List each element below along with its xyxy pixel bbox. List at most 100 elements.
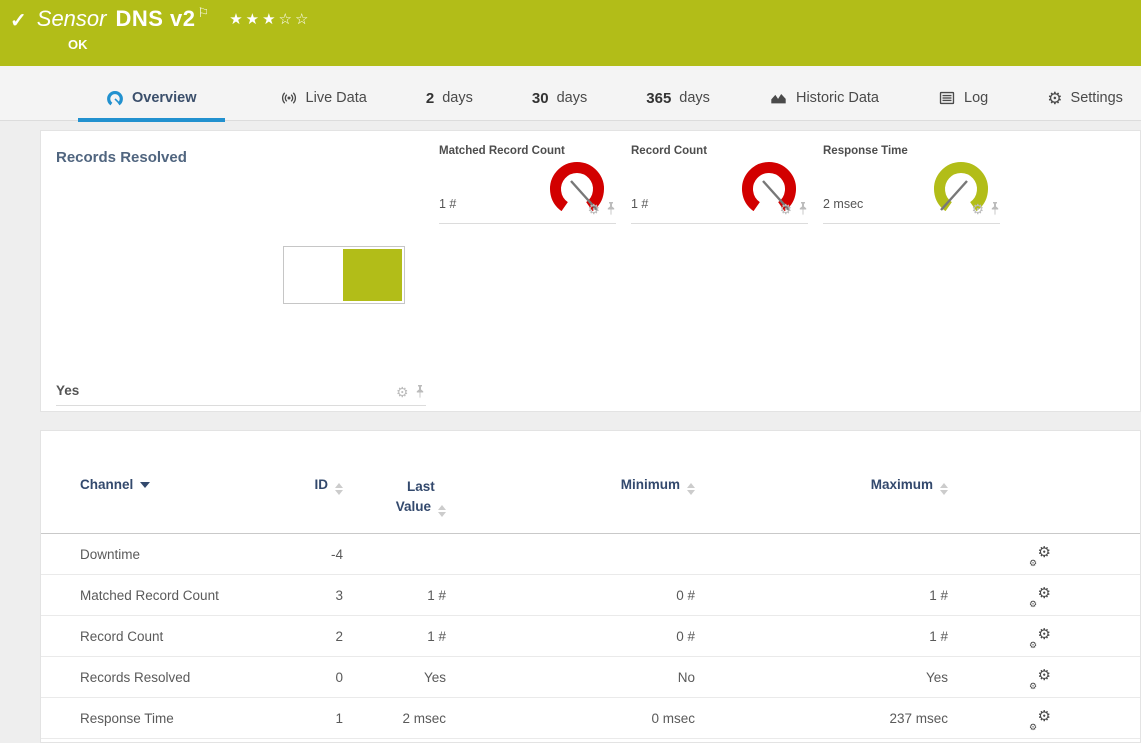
table-body: Downtime -4 ⚙⚙ Matched Record Count 3 1 … [41, 534, 1140, 739]
cell-minimum: 0 # [541, 575, 695, 616]
cell-maximum: 237 msec [794, 698, 948, 739]
sensor-status-text: OK [68, 37, 88, 52]
gauge-title: Response Time [823, 145, 1000, 157]
cell-minimum: No [541, 657, 695, 698]
table-row-downtime: Downtime -4 ⚙⚙ [41, 534, 1140, 575]
column-header-label: ID [315, 477, 329, 492]
pin-icon[interactable] [798, 202, 808, 216]
tab-label: days [557, 90, 588, 106]
channel-table-panel: Channel ID Last Value Minimum Maximum Do… [40, 430, 1141, 743]
cell-last-value: 2 msec [341, 698, 446, 739]
gauge-value: 1 # [439, 197, 456, 211]
table-row-records-resolved: Records Resolved 0 Yes No Yes ⚙⚙ [41, 657, 1140, 698]
gauge-settings-gear-icon[interactable]: ⚙ [779, 202, 792, 216]
tab-number: 2 [426, 90, 434, 107]
column-header-label: Maximum [871, 477, 933, 492]
column-header-label: Last [407, 479, 435, 494]
gauge-settings-gear-icon[interactable]: ⚙ [971, 202, 984, 216]
channel-settings-gears-icon[interactable]: ⚙⚙ [1029, 584, 1051, 608]
divider [56, 381, 426, 406]
flag-icon[interactable]: ⚐ [198, 5, 210, 21]
cell-id: 2 [231, 616, 343, 657]
tab-number: 30 [532, 90, 549, 107]
cell-maximum: 1 # [794, 616, 948, 657]
cell-minimum: 0 msec [541, 698, 695, 739]
table-row-record-count: Record Count 2 1 # 0 # 1 # ⚙⚙ [41, 616, 1140, 657]
column-header-maximum[interactable]: Maximum [794, 477, 948, 495]
tab-bar: Overview Live Data 2 days 30 days 365 da… [0, 66, 1141, 121]
tab-2-days[interactable]: 2 days [422, 76, 477, 121]
tab-label: Live Data [306, 90, 367, 106]
cell-channel: Response Time [80, 698, 174, 739]
sensor-name: DNS v2 [115, 6, 195, 32]
gauge-value: 1 # [631, 197, 648, 211]
gauge-settings-gear-icon[interactable]: ⚙ [396, 385, 409, 399]
cell-channel: Records Resolved [80, 657, 190, 698]
gauge-settings-gear-icon[interactable]: ⚙ [587, 202, 600, 216]
column-header-minimum[interactable]: Minimum [541, 477, 695, 495]
sort-arrows-icon [940, 483, 948, 495]
priority-stars[interactable]: ★★★☆☆ [229, 10, 311, 28]
tab-label: Historic Data [796, 90, 879, 106]
gauge-record-count: Record Count 1 # ⚙ [631, 145, 808, 224]
pin-icon[interactable] [415, 385, 425, 399]
tab-label: Log [964, 90, 988, 106]
active-tab-underline [78, 118, 225, 122]
gear-icon: ⚙ [1047, 90, 1062, 107]
table-row-response-time: Response Time 1 2 msec 0 msec 237 msec ⚙… [41, 698, 1140, 739]
cell-id: 1 [231, 698, 343, 739]
tab-label: days [679, 90, 710, 106]
column-header-id[interactable]: ID [231, 477, 343, 495]
indicator-fill [343, 249, 402, 301]
primary-channel-title: Records Resolved [56, 149, 187, 166]
object-type-label: Sensor [37, 6, 107, 32]
tab-label: Settings [1071, 90, 1123, 106]
tab-overview[interactable]: Overview [78, 76, 225, 121]
pin-icon[interactable] [990, 202, 1000, 216]
records-resolved-indicator [283, 246, 405, 304]
sort-arrows-icon [687, 483, 695, 495]
cell-maximum: 1 # [794, 575, 948, 616]
tab-number: 365 [646, 90, 671, 107]
column-header-label: Minimum [621, 477, 680, 492]
gauge-value: 2 msec [823, 197, 863, 211]
column-header-channel[interactable]: Channel [80, 477, 150, 492]
gauge-title: Record Count [631, 145, 808, 157]
cell-id: -4 [231, 534, 343, 575]
log-list-icon [938, 89, 956, 107]
tab-30-days[interactable]: 30 days [528, 76, 591, 121]
cell-maximum: Yes [794, 657, 948, 698]
channel-settings-gears-icon[interactable]: ⚙⚙ [1029, 707, 1051, 731]
sort-arrows-icon [438, 505, 446, 517]
status-ok-check-icon: ✓ [10, 8, 27, 33]
tab-live-data[interactable]: Live Data [276, 76, 371, 121]
cell-channel: Record Count [80, 616, 163, 657]
tab-365-days[interactable]: 365 days [642, 76, 714, 121]
cell-id: 0 [231, 657, 343, 698]
sorted-desc-caret-icon [140, 482, 150, 488]
tab-log[interactable]: Log [934, 76, 992, 121]
gauge-icon [106, 89, 124, 107]
overview-gauges-panel: Records Resolved Yes ⚙ Matched Record Co… [40, 130, 1141, 412]
tab-historic-data[interactable]: Historic Data [765, 76, 883, 121]
cell-channel: Downtime [80, 534, 140, 575]
cell-last-value: 1 # [341, 575, 446, 616]
gauge-title: Matched Record Count [439, 145, 616, 157]
area-chart-icon [769, 89, 788, 107]
column-header-label: Value [396, 499, 431, 514]
column-header-label: Channel [80, 477, 133, 492]
cell-last-value: Yes [341, 657, 446, 698]
cell-channel: Matched Record Count [80, 575, 219, 616]
channel-settings-gears-icon[interactable]: ⚙⚙ [1029, 666, 1051, 690]
pin-icon[interactable] [606, 202, 616, 216]
channel-settings-gears-icon[interactable]: ⚙⚙ [1029, 625, 1051, 649]
broadcast-icon [280, 89, 298, 107]
column-header-last-value[interactable]: Last Value [341, 477, 446, 517]
table-header-row: Channel ID Last Value Minimum Maximum [41, 431, 1140, 534]
channel-settings-gears-icon[interactable]: ⚙⚙ [1029, 543, 1051, 567]
tab-label: days [442, 90, 473, 106]
cell-last-value: 1 # [341, 616, 446, 657]
table-row-matched-record-count: Matched Record Count 3 1 # 0 # 1 # ⚙⚙ [41, 575, 1140, 616]
gauge-matched-record-count: Matched Record Count 1 # ⚙ [439, 145, 616, 224]
tab-settings[interactable]: ⚙ Settings [1043, 76, 1127, 121]
